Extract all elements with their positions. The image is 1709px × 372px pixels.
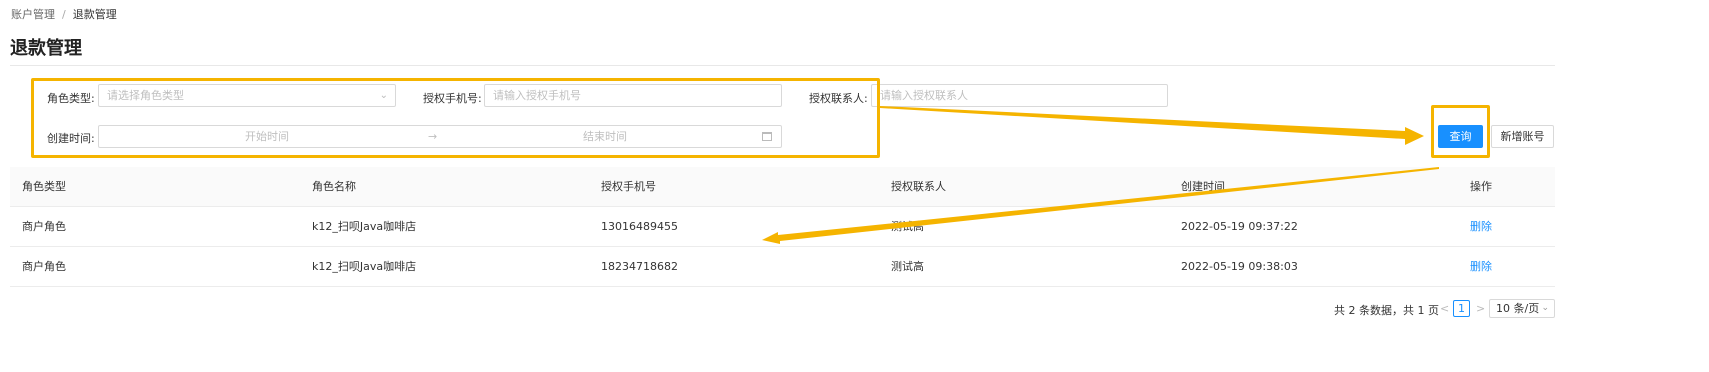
annotation-arrow-to-query (880, 106, 1424, 145)
auth-phone-input[interactable]: 请输入授权手机号 (484, 84, 782, 107)
cell-role-name: k12_扫呗Java咖啡店 (312, 260, 417, 273)
query-button[interactable]: 查询 (1438, 125, 1483, 148)
breadcrumb-separator: / (62, 8, 66, 21)
table-row: 商户角色 k12_扫呗Java咖啡店 13016489455 测试高 2022-… (10, 207, 1555, 247)
page-title: 退款管理 (10, 38, 82, 59)
start-time-input[interactable]: 开始时间 (245, 126, 289, 147)
column-header-role-type: 角色类型 (22, 180, 66, 193)
pagination-total: 共 2 条数据，共 1 页 (1334, 304, 1439, 317)
date-range-picker[interactable]: 开始时间 → 结束时间 (98, 125, 782, 148)
breadcrumb: 账户管理 / 退款管理 (11, 6, 117, 22)
auth-contact-input[interactable]: 请输入授权联系人 (871, 84, 1168, 107)
cell-auth-contact: 测试高 (891, 260, 924, 273)
divider (10, 65, 1555, 66)
column-header-role-name: 角色名称 (312, 180, 356, 193)
end-time-input[interactable]: 结束时间 (583, 126, 627, 147)
role-type-select[interactable]: 请选择角色类型 ⌄ (98, 84, 396, 107)
delete-link[interactable]: 删除 (1470, 247, 1492, 286)
cell-auth-phone: 13016489455 (601, 220, 678, 233)
chevron-down-icon: ⌄ (1541, 303, 1549, 313)
cell-created-time: 2022-05-19 09:38:03 (1181, 260, 1298, 273)
table-row: 商户角色 k12_扫呗Java咖啡店 18234718682 测试高 2022-… (10, 247, 1555, 287)
cell-auth-contact: 测试高 (891, 220, 924, 233)
auth-phone-label: 授权手机号: (423, 92, 482, 105)
column-header-created-time: 创建时间 (1181, 180, 1225, 193)
column-header-auth-phone: 授权手机号 (601, 180, 656, 193)
page-size-value: 10 条/页 (1496, 302, 1540, 315)
auth-phone-placeholder: 请输入授权手机号 (493, 89, 581, 102)
breadcrumb-parent[interactable]: 账户管理 (11, 8, 55, 21)
prev-page-button[interactable]: < (1440, 302, 1449, 315)
calendar-icon (762, 132, 772, 141)
auth-contact-label: 授权联系人: (809, 92, 868, 105)
cell-created-time: 2022-05-19 09:37:22 (1181, 220, 1298, 233)
arrow-right-icon: → (428, 130, 438, 143)
cell-role-type: 商户角色 (22, 220, 66, 233)
chevron-down-icon: ⌄ (379, 90, 388, 101)
add-account-button[interactable]: 新增账号 (1491, 125, 1554, 148)
table-header: 角色类型 角色名称 授权手机号 授权联系人 创建时间 操作 (10, 167, 1555, 207)
cell-auth-phone: 18234718682 (601, 260, 678, 273)
delete-link[interactable]: 删除 (1470, 207, 1492, 246)
column-header-action: 操作 (1470, 180, 1492, 193)
next-page-button[interactable]: > (1476, 302, 1485, 315)
role-type-placeholder: 请选择角色类型 (107, 89, 184, 102)
page-number-current[interactable]: 1 (1453, 300, 1470, 317)
cell-role-name: k12_扫呗Java咖啡店 (312, 220, 417, 233)
created-time-label: 创建时间: (47, 132, 95, 145)
role-type-label: 角色类型: (47, 92, 95, 105)
cell-role-type: 商户角色 (22, 260, 66, 273)
page-size-select[interactable]: 10 条/页 ⌄ (1489, 299, 1555, 318)
auth-contact-placeholder: 请输入授权联系人 (880, 89, 968, 102)
breadcrumb-current: 退款管理 (72, 8, 117, 21)
column-header-auth-contact: 授权联系人 (891, 180, 946, 193)
